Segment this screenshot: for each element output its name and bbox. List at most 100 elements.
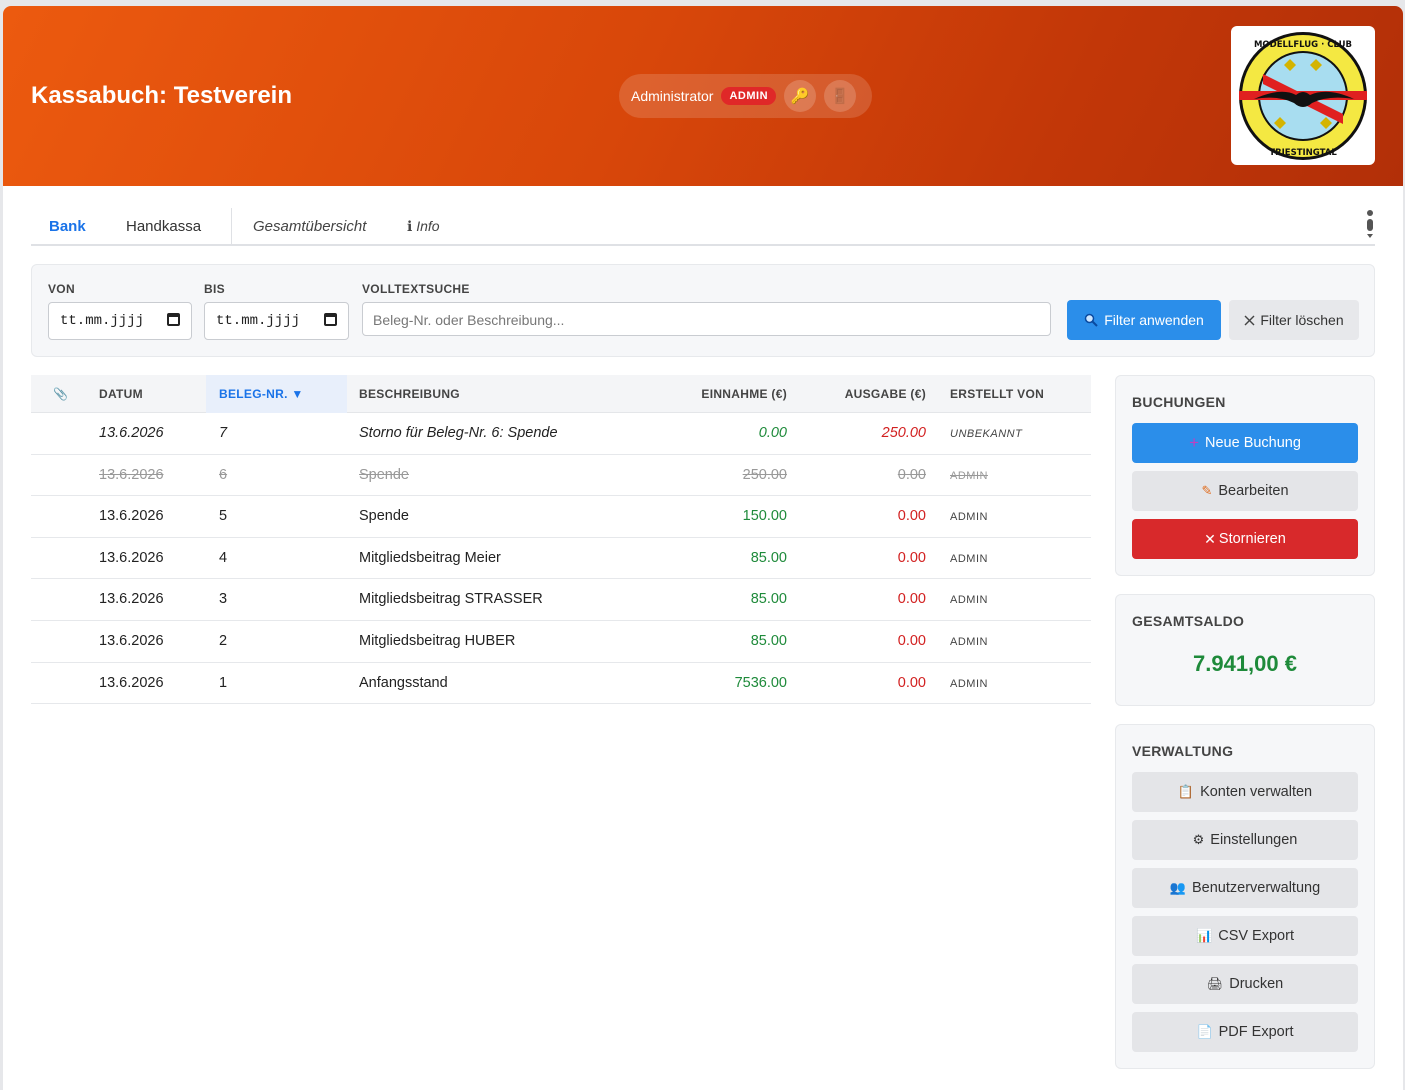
- cell-beleg-nr: 3: [219, 591, 228, 608]
- cell-erstellt-von: UNBEKANNT: [950, 428, 1023, 440]
- table-row[interactable]: 13.6.2026 7 Storno für Beleg-Nr. 6: Spende…: [31, 413, 1091, 455]
- apply-filter-button[interactable]: Filter anwenden: [1067, 300, 1221, 340]
- einstellungen-label: Einstellungen: [1210, 832, 1298, 848]
- page-header: Kassabuch: Testverein Administrator ADMI…: [3, 6, 1403, 186]
- cell-ausgabe: 0.00: [897, 508, 926, 525]
- cell-ausgabe: 0.00: [897, 674, 926, 691]
- tab-bar: Bank Handkassa Gesamtübersicht ℹ Info: [31, 206, 1375, 246]
- cell-ausgabe: 0.00: [897, 632, 926, 649]
- cell-ausgabe: 0.00: [897, 591, 926, 608]
- cell-einnahme: 250.00: [742, 466, 787, 483]
- cell-beschreibung: Anfangsstand: [359, 674, 448, 691]
- csv-export-button[interactable]: 📊 CSV Export: [1132, 916, 1358, 956]
- cell-einnahme: 7536.00: [734, 674, 787, 691]
- tab-bank[interactable]: Bank: [49, 218, 86, 235]
- benutzerverwaltung-button[interactable]: 👥 Benutzerverwaltung: [1132, 868, 1358, 908]
- tab-separator: [231, 208, 232, 244]
- user-name: Administrator: [631, 88, 714, 104]
- filter-panel: VON tt.mm.jjjj BIS tt.mm.jjjj VOLLTEXTSU…: [31, 264, 1375, 357]
- bis-date-input[interactable]: tt.mm.jjjj: [204, 302, 349, 340]
- transactions-table: 📎 DATUM BELEG-NR. ▼ BESCHREIBUNG EINNAHM…: [31, 375, 1091, 705]
- cell-einnahme: 0.00: [758, 425, 787, 441]
- table-row[interactable]: 13.6.2026 1 Anfangsstand 7536.00 0.00 ADMIN: [31, 663, 1091, 705]
- cell-ausgabe: 250.00: [881, 425, 926, 441]
- cell-datum: 13.6.2026: [99, 632, 164, 649]
- col-beleg-nr[interactable]: BELEG-NR. ▼: [219, 387, 304, 401]
- new-booking-button[interactable]: + Neue Buchung: [1132, 423, 1358, 463]
- pdf-export-label: PDF Export: [1218, 1024, 1294, 1040]
- clipboard-icon: 📋: [1177, 784, 1195, 799]
- drucken-button[interactable]: 🖨 Drucken: [1132, 964, 1358, 1004]
- cell-datum: 13.6.2026: [99, 466, 164, 483]
- tab-handkassa[interactable]: Handkassa: [126, 218, 201, 235]
- buchungen-panel: BUCHUNGEN + Neue Buchung ✎ Bearbeiten ✕ …: [1115, 375, 1375, 576]
- pdf-export-button[interactable]: 📄 PDF Export: [1132, 1012, 1358, 1052]
- users-icon: 👥: [1169, 880, 1186, 895]
- clear-filter-button[interactable]: Filter löschen: [1229, 300, 1359, 340]
- csv-export-label: CSV Export: [1218, 928, 1294, 944]
- x-icon: ✕: [1204, 530, 1216, 547]
- cell-ausgabe: 0.00: [897, 549, 926, 566]
- cell-einnahme: 85.00: [750, 632, 787, 649]
- bis-label: BIS: [204, 282, 225, 296]
- calendar-icon[interactable]: [324, 313, 337, 326]
- cell-beschreibung: Mitgliedsbeitrag Meier: [359, 549, 501, 566]
- konten-verwalten-label: Konten verwalten: [1200, 784, 1313, 800]
- edit-booking-button[interactable]: ✎ Bearbeiten: [1132, 471, 1358, 511]
- table-row[interactable]: 13.6.2026 4 Mitgliedsbeitrag Meier 85.00 0.0…: [31, 538, 1091, 580]
- cell-erstellt-von: ADMIN: [950, 594, 988, 607]
- table-row[interactable]: 13.6.2026 6 Spende 250.00 0.00 ADMIN: [31, 455, 1091, 497]
- cell-beleg-nr: 1: [219, 674, 228, 691]
- cell-datum: 13.6.2026: [99, 425, 164, 441]
- plus-icon: +: [1189, 433, 1199, 452]
- gesamtsaldo-title: GESAMTSALDO: [1132, 613, 1245, 629]
- cell-datum: 13.6.2026: [99, 508, 164, 525]
- konten-verwalten-button[interactable]: 📋 Konten verwalten: [1132, 772, 1358, 812]
- clear-filter-label: Filter löschen: [1260, 312, 1344, 328]
- cell-beschreibung: Mitgliedsbeitrag STRASSER: [359, 591, 543, 608]
- door-icon: 🚪: [830, 88, 850, 105]
- search-input[interactable]: Beleg-Nr. oder Beschreibung...: [362, 302, 1051, 336]
- gesamtsaldo-value: 7.941,00 €: [1193, 651, 1297, 676]
- close-icon: [1244, 315, 1255, 325]
- chart-icon: 📊: [1196, 928, 1213, 943]
- tab-info[interactable]: ℹ Info: [407, 218, 440, 235]
- col-datum[interactable]: DATUM: [99, 387, 143, 401]
- cell-beschreibung: Spende: [359, 466, 409, 483]
- cell-beleg-nr: 7: [219, 425, 228, 441]
- bis-date-placeholder: tt.mm.jjjj: [216, 313, 301, 329]
- von-date-input[interactable]: tt.mm.jjjj: [48, 302, 192, 340]
- logo-text-bottom: TRIESTINGTAL: [1269, 148, 1337, 158]
- col-erstellt-von[interactable]: ERSTELLT VON: [950, 387, 1044, 401]
- change-password-button[interactable]: 🔑: [784, 80, 817, 112]
- club-logo: MODELLFLUG · CLUB TRIESTINGTAL: [1231, 26, 1375, 165]
- search-icon: [1084, 313, 1098, 327]
- calendar-icon[interactable]: [167, 313, 180, 326]
- von-date-placeholder: tt.mm.jjjj: [60, 313, 145, 329]
- tab-gesamtuebersicht[interactable]: Gesamtübersicht: [253, 218, 366, 235]
- gesamtsaldo-panel: GESAMTSALDO 7.941,00 €: [1115, 594, 1375, 706]
- app-window: Kassabuch: Testverein Administrator ADMI…: [3, 6, 1403, 1090]
- gear-icon: ⚙: [1192, 832, 1205, 847]
- col-beschreibung[interactable]: BESCHREIBUNG: [359, 387, 460, 401]
- cell-beleg-nr: 2: [219, 632, 228, 649]
- edit-booking-label: Bearbeiten: [1218, 483, 1289, 499]
- cell-erstellt-von: ADMIN: [950, 511, 988, 524]
- cell-datum: 13.6.2026: [99, 549, 164, 566]
- einstellungen-button[interactable]: ⚙ Einstellungen: [1132, 820, 1358, 860]
- logout-button[interactable]: 🚪: [824, 80, 857, 112]
- table-row[interactable]: 13.6.2026 3 Mitgliedsbeitrag STRASSER 85.00…: [31, 579, 1091, 621]
- cell-einnahme: 150.00: [742, 508, 787, 525]
- table-header: 📎 DATUM BELEG-NR. ▼ BESCHREIBUNG EINNAHM…: [31, 375, 1091, 413]
- cell-erstellt-von: ADMIN: [950, 469, 988, 482]
- storno-button[interactable]: ✕ Stornieren: [1132, 519, 1358, 559]
- new-booking-label: Neue Buchung: [1205, 435, 1301, 451]
- von-label: VON: [48, 282, 75, 296]
- table-row[interactable]: 13.6.2026 2 Mitgliedsbeitrag HUBER 85.00 0.0…: [31, 621, 1091, 663]
- tab-scroll-indicator[interactable]: [1367, 210, 1373, 242]
- document-icon: 📄: [1196, 1024, 1213, 1039]
- col-einnahme[interactable]: EINNAHME (€): [651, 387, 787, 401]
- col-ausgabe[interactable]: AUSGABE (€): [791, 387, 926, 401]
- table-row[interactable]: 13.6.2026 5 Spende 150.00 0.00 ADMIN: [31, 496, 1091, 538]
- search-label: VOLLTEXTSUCHE: [362, 282, 470, 296]
